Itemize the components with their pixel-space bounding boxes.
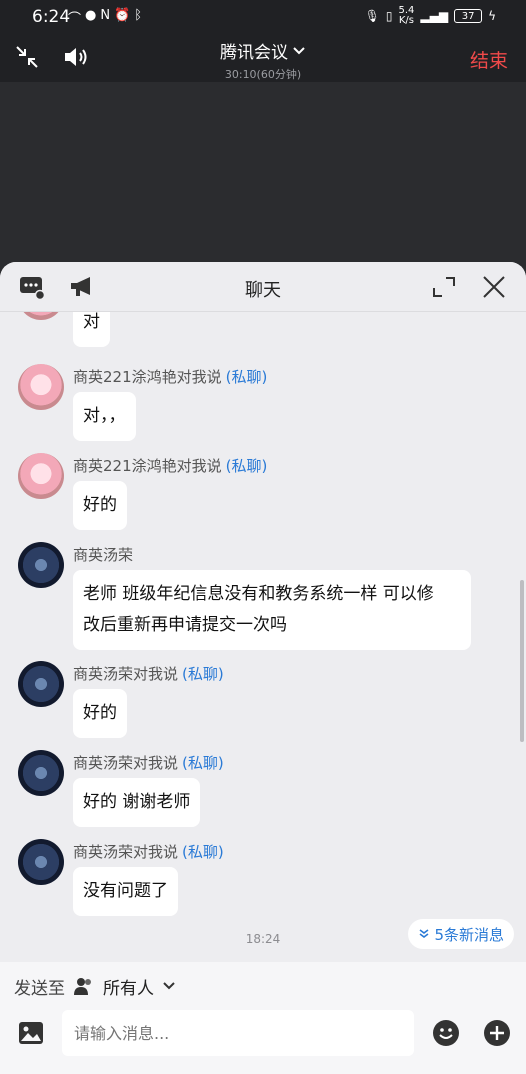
avatar[interactable]	[18, 839, 64, 885]
private-tag: (私聊)	[225, 457, 268, 475]
battery-icon: 37	[454, 9, 483, 23]
bird-icon: ⌒	[68, 12, 82, 27]
chevron-down-icon	[293, 46, 305, 54]
double-chevron-down-icon	[419, 929, 429, 938]
meeting-header: 腾讯会议 30:10(60分钟) 结束	[0, 34, 526, 82]
message-input[interactable]	[62, 1010, 414, 1056]
message-bubble[interactable]: 好的 谢谢老师	[73, 778, 201, 827]
message-sender: 商英汤荣对我说 (私聊)	[73, 754, 224, 772]
recipient-select[interactable]: 所有人	[103, 974, 154, 999]
private-tag: (私聊)	[182, 843, 224, 861]
vibrate-icon: ▯	[385, 9, 393, 23]
message-bubble[interactable]: 对，，	[73, 392, 136, 441]
mic-icon: 🎙	[364, 9, 380, 23]
status-left-icons: ⌒ ● N ⏰ ᛒ	[62, 8, 142, 27]
net-speed: 5.4 K/s	[398, 5, 415, 26]
message-list[interactable]: 对 商英221涂鸿艳对我说 (私聊) 对，， 商英221涂鸿艳对我说 (私聊) 好的…	[0, 312, 526, 960]
message-sender: 商英汤荣对我说 (私聊)	[73, 843, 224, 861]
message-sender: 商英汤荣	[73, 546, 134, 564]
message-bubble[interactable]: 好的	[73, 481, 127, 530]
video-area	[0, 82, 526, 262]
message-composer	[0, 1002, 526, 1074]
chat-panel: 聊天 对 商英221涂鸿艳对我说 (私聊) 对，， 商英221涂鸿艳对我说 (私聊)	[0, 262, 526, 1074]
message-sender: 商英221涂鸿艳对我说 (私聊)	[73, 457, 268, 475]
private-tag: (私聊)	[182, 754, 224, 772]
send-to-label: 发送至	[14, 978, 65, 999]
message-bubble[interactable]: 老师 班级年纪信息没有和教务系统一样 可以修 改后重新再申请提交一次吗	[73, 570, 471, 650]
charging-icon: ϟ	[488, 9, 496, 23]
meeting-title[interactable]: 腾讯会议	[220, 38, 306, 63]
avatar[interactable]	[18, 453, 64, 499]
emoji-icon[interactable]	[432, 1019, 460, 1047]
image-icon[interactable]	[18, 1020, 44, 1046]
people-icon	[74, 978, 91, 995]
avatar[interactable]	[18, 661, 64, 707]
private-tag: (私聊)	[225, 368, 268, 386]
add-icon[interactable]	[483, 1019, 511, 1047]
wechat-icon: ●	[85, 8, 97, 23]
expand-icon[interactable]	[430, 274, 458, 300]
avatar[interactable]	[18, 542, 64, 588]
avatar[interactable]	[18, 750, 64, 796]
private-tag: (私聊)	[182, 665, 224, 683]
meeting-title-area[interactable]: 腾讯会议 30:10(60分钟)	[0, 38, 526, 82]
meeting-duration: 30:10(60分钟)	[224, 68, 302, 81]
scrollbar[interactable]	[520, 580, 524, 742]
signal-icon: ▂▄▆	[420, 9, 449, 23]
end-meeting-button[interactable]: 结束	[470, 46, 508, 73]
avatar[interactable]	[18, 312, 64, 320]
message-sender: 商英221涂鸿艳对我说 (私聊)	[73, 368, 268, 386]
message-sender: 商英汤荣对我说 (私聊)	[73, 665, 224, 683]
alarm-icon: ⏰	[114, 8, 131, 23]
nfc-icon: N	[100, 8, 111, 23]
status-bar: 6:24 ⌒ ● N ⏰ ᛒ 🎙 ▯ 5.4 K/s ▂▄▆ 37 ϟ	[0, 0, 526, 34]
new-messages-button[interactable]: 5条新消息	[408, 919, 514, 949]
avatar[interactable]	[18, 364, 64, 410]
bluetooth-icon: ᛒ	[134, 8, 143, 23]
status-right-icons: 🎙 ▯ 5.4 K/s ▂▄▆ 37 ϟ	[365, 6, 496, 26]
close-icon[interactable]	[480, 274, 508, 300]
message-bubble[interactable]: 没有问题了	[73, 867, 178, 916]
chevron-down-icon[interactable]	[162, 981, 176, 991]
message-bubble[interactable]: 对	[73, 312, 110, 347]
chat-header: 聊天	[0, 262, 526, 312]
message-bubble[interactable]: 好的	[73, 689, 127, 738]
